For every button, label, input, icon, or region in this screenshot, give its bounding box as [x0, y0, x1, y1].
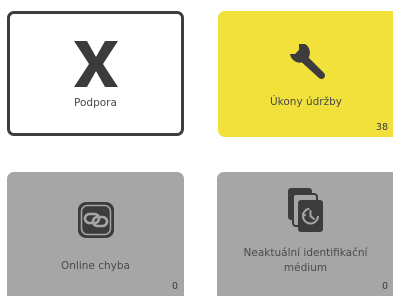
tile-maintenance-tasks[interactable]: Úkony údržby 38: [218, 11, 393, 137]
tile-outdated-id-medium[interactable]: Neaktuální identifikační médium 0: [217, 172, 393, 296]
dashboard-tile-grid: Podpora Úkony údržby 38 Online chyba 0 N…: [0, 0, 393, 296]
tile-outdated-id-medium-count: 0: [381, 281, 388, 292]
id-media-timer-icon: [285, 186, 327, 234]
tile-support[interactable]: Podpora: [7, 11, 184, 136]
tile-maintenance-count: 38: [375, 122, 388, 133]
tile-outdated-id-medium-label: Neaktuální identifikační médium: [243, 247, 368, 274]
tile-maintenance-label: Úkony údržby: [269, 96, 343, 108]
link-icon: [76, 200, 116, 240]
tile-online-error-count: 0: [171, 281, 178, 292]
tile-online-error[interactable]: Online chyba 0: [7, 172, 184, 296]
x-icon: [72, 39, 120, 89]
wrench-icon: [284, 39, 328, 83]
tile-support-label: Podpora: [74, 97, 117, 109]
tile-online-error-label: Online chyba: [61, 260, 130, 272]
